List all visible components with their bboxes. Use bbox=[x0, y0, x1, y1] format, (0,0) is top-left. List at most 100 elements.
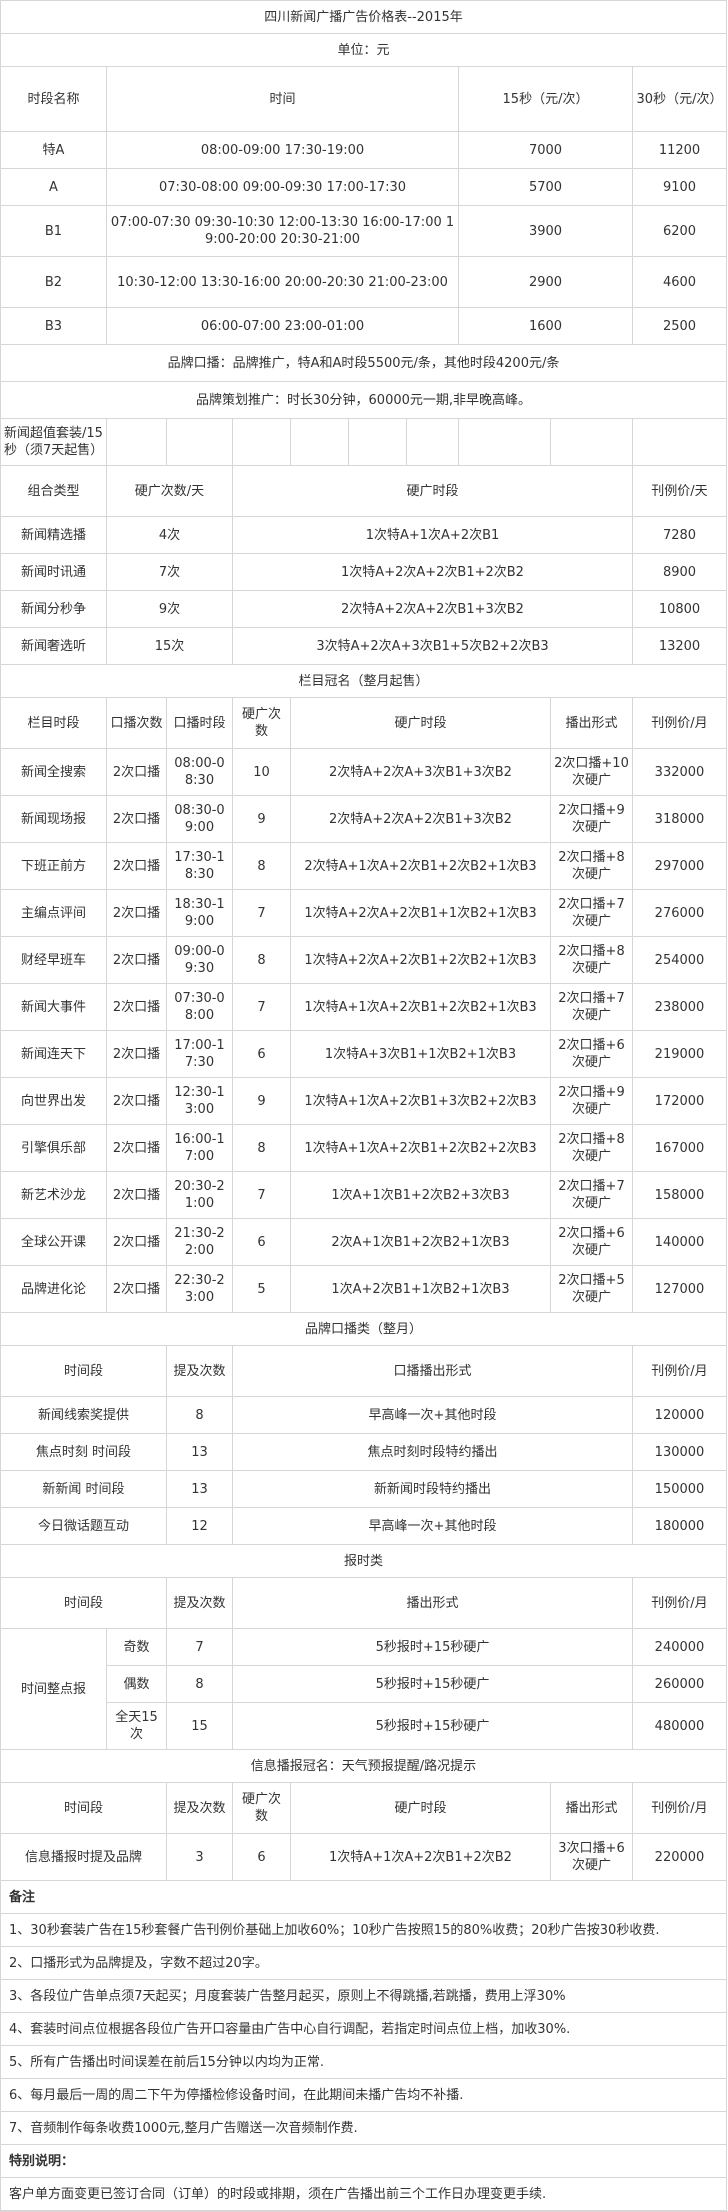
table-row: 新闻现场报 2次口播 08:30-09:00 9 2次特A+2次A+2次B1+3次B2 2… bbox=[0, 795, 727, 843]
table-cell bbox=[632, 418, 727, 466]
table-cell: 158000 bbox=[632, 1171, 727, 1219]
table-cell: 6 bbox=[232, 1030, 291, 1078]
table-row: 时间段 提及次数 播出形式 刊例价/月 bbox=[0, 1577, 727, 1629]
table-cell: 1次特A+2次A+2次B1+1次B2+1次B3 bbox=[290, 889, 551, 937]
table-row: 今日微话题互动 12 早高峰一次+其他时段 180000 bbox=[0, 1507, 727, 1545]
note-item: 5、所有广告播出时间误差在前后15分钟以内均为正常. bbox=[0, 2045, 727, 2079]
table-cell: 1次特A+1次A+2次B1+2次B2 bbox=[290, 1833, 551, 1881]
table-row: 7、音频制作每条收费1000元,整月广告赠送一次音频制作费. bbox=[0, 2111, 727, 2145]
table-cell: 8 bbox=[166, 1396, 233, 1434]
table-cell: 17:00-17:30 bbox=[166, 1030, 233, 1078]
column-header: 硬广次数/天 bbox=[106, 465, 233, 517]
table-cell bbox=[232, 418, 291, 466]
price-table: 四川新闻广播广告价格表--2015年 单位：元 时段名称 时间 15秒（元/次） 30秒（… bbox=[0, 0, 727, 2211]
table-row: 品牌策划推广：时长30分钟，60000元一期,非早晚高峰。 bbox=[0, 381, 727, 419]
table-cell: 新闻现场报 bbox=[0, 795, 107, 843]
table-cell: 新闻大事件 bbox=[0, 983, 107, 1031]
table-cell: 2次口播+6次硬广 bbox=[550, 1218, 633, 1266]
table-row: 信息播报时提及品牌 3 6 1次特A+1次A+2次B1+2次B2 3次口播+6次硬广 22… bbox=[0, 1833, 727, 1881]
table-cell: 238000 bbox=[632, 983, 727, 1031]
table-cell: 7000 bbox=[458, 131, 633, 169]
column-header: 组合类型 bbox=[0, 465, 107, 517]
table-cell: 2次口播+7次硬广 bbox=[550, 983, 633, 1031]
table-cell: 08:00-08:30 bbox=[166, 748, 233, 796]
note-item: 6、每月最后一周的周二下午为停播检修设备时间，在此期间未播广告均不补播. bbox=[0, 2078, 727, 2112]
note-item: 7、音频制作每条收费1000元,整月广告赠送一次音频制作费. bbox=[0, 2111, 727, 2145]
section-title: 品牌口播类（整月） bbox=[0, 1312, 727, 1346]
table-row: 四川新闻广播广告价格表--2015年 bbox=[0, 0, 727, 34]
table-row: 时段名称 时间 15秒（元/次） 30秒（元/次） bbox=[0, 66, 727, 132]
table-cell: 1次A+1次B1+2次B2+3次B3 bbox=[290, 1171, 551, 1219]
table-cell: 2次口播 bbox=[106, 1218, 167, 1266]
table-cell: A bbox=[0, 168, 107, 206]
table-row: B1 07:00-07:30 09:30-10:30 12:00-13:30 16… bbox=[0, 205, 727, 257]
table-row: 5、所有广告播出时间误差在前后15分钟以内均为正常. bbox=[0, 2045, 727, 2079]
section-title: 报时类 bbox=[0, 1544, 727, 1578]
table-cell: 信息播报时提及品牌 bbox=[0, 1833, 167, 1881]
table-cell: 2500 bbox=[632, 307, 727, 345]
column-header: 口播播出形式 bbox=[232, 1345, 633, 1397]
table-cell: 全球公开课 bbox=[0, 1218, 107, 1266]
table-cell: B1 bbox=[0, 205, 107, 257]
table-cell: 13 bbox=[166, 1470, 233, 1508]
table-cell: 2次口播+9次硬广 bbox=[550, 1077, 633, 1125]
table-row: 新闻分秒争 9次 2次特A+2次A+2次B1+3次B2 10800 bbox=[0, 590, 727, 628]
table-cell: 172000 bbox=[632, 1077, 727, 1125]
table-row: 新闻时讯通 7次 1次特A+2次A+2次B1+2次B2 8900 bbox=[0, 553, 727, 591]
table-cell bbox=[106, 418, 167, 466]
group-label: 时间整点报 bbox=[0, 1628, 107, 1750]
table-row: 品牌口播：品牌推广，特A和A时段5500元/条，其他时段4200元/条 bbox=[0, 344, 727, 382]
table-cell: 4600 bbox=[632, 256, 727, 308]
table-cell: 318000 bbox=[632, 795, 727, 843]
table-cell: 10:30-12:00 13:30-16:00 20:00-20:30 21:0… bbox=[106, 256, 459, 308]
table-cell: 08:30-09:00 bbox=[166, 795, 233, 843]
table-cell: 2次口播 bbox=[106, 1030, 167, 1078]
table-cell: 1次特A+1次A+2次B1+2次B2+1次B3 bbox=[290, 983, 551, 1031]
column-header: 刊例价/月 bbox=[632, 1345, 727, 1397]
table-row: 信息播报冠名：天气预报提醒/路况提示 bbox=[0, 1749, 727, 1783]
notes-title: 备注 bbox=[0, 1880, 727, 1914]
table-cell: 财经早班车 bbox=[0, 936, 107, 984]
table-cell: 7次 bbox=[106, 553, 233, 591]
table-cell: 8900 bbox=[632, 553, 727, 591]
table-cell: 2次口播+8次硬广 bbox=[550, 936, 633, 984]
column-header: 播出形式 bbox=[232, 1577, 633, 1629]
table-row: 3、各段位广告单点须7天起买；月度套装广告整月起买，原则上不得跳播,若跳播，费用… bbox=[0, 1979, 727, 2013]
table-cell: 新闻全搜索 bbox=[0, 748, 107, 796]
table-row: A 07:30-08:00 09:00-09:30 17:00-17:30 5700… bbox=[0, 168, 727, 206]
table-cell: 3 bbox=[166, 1833, 233, 1881]
table-cell: 5秒报时+15秒硬广 bbox=[232, 1628, 633, 1666]
table-cell: 5 bbox=[232, 1265, 291, 1313]
table-cell: 130000 bbox=[632, 1433, 727, 1471]
table-cell: 2次口播+6次硬广 bbox=[550, 1030, 633, 1078]
column-header: 栏目时段 bbox=[0, 697, 107, 749]
table-cell bbox=[290, 418, 349, 466]
table-cell: 新闻分秒争 bbox=[0, 590, 107, 628]
table-cell bbox=[406, 418, 459, 466]
column-header: 硬广时段 bbox=[290, 1782, 551, 1834]
combo-title: 新闻超值套装/15秒（须7天起售） bbox=[0, 418, 107, 466]
column-header: 提及次数 bbox=[166, 1577, 233, 1629]
column-header: 硬广次数 bbox=[232, 1782, 291, 1834]
note-item: 2、口播形式为品牌提及，字数不超过20字。 bbox=[0, 1946, 727, 1980]
table-cell: 8 bbox=[232, 1124, 291, 1172]
table-cell: 167000 bbox=[632, 1124, 727, 1172]
table-row: 主编点评间 2次口播 18:30-19:00 7 1次特A+2次A+2次B1+1次B2+… bbox=[0, 889, 727, 937]
table-row: 焦点时刻 时间段 13 焦点时刻时段特约播出 130000 bbox=[0, 1433, 727, 1471]
table-cell: 21:30-22:00 bbox=[166, 1218, 233, 1266]
table-cell: 2次特A+2次A+2次B1+3次B2 bbox=[290, 795, 551, 843]
table-cell: 2次口播 bbox=[106, 983, 167, 1031]
table-row: 财经早班车 2次口播 09:00-09:30 8 1次特A+2次A+2次B1+2次B2+… bbox=[0, 936, 727, 984]
table-cell: 5秒报时+15秒硬广 bbox=[232, 1665, 633, 1703]
note-item: 3、各段位广告单点须7天起买；月度套装广告整月起买，原则上不得跳播,若跳播，费用… bbox=[0, 1979, 727, 2013]
table-cell: 127000 bbox=[632, 1265, 727, 1313]
table-cell: 5秒报时+15秒硬广 bbox=[232, 1702, 633, 1750]
table-cell: 1次特A+3次B1+1次B2+1次B3 bbox=[290, 1030, 551, 1078]
table-row: 新闻奢选听 15次 3次特A+2次A+3次B1+5次B2+2次B3 13200 bbox=[0, 627, 727, 665]
table-cell: 7280 bbox=[632, 516, 727, 554]
table-row: 品牌口播类（整月） bbox=[0, 1312, 727, 1346]
table-row: 新新闻 时间段 13 新新闻时段特约播出 150000 bbox=[0, 1470, 727, 1508]
note-item: 4、套装时间点位根据各段位广告开口容量由广告中心自行调配，若指定时间点位上档，加… bbox=[0, 2012, 727, 2046]
table-cell: 297000 bbox=[632, 842, 727, 890]
table-cell: 特A bbox=[0, 131, 107, 169]
